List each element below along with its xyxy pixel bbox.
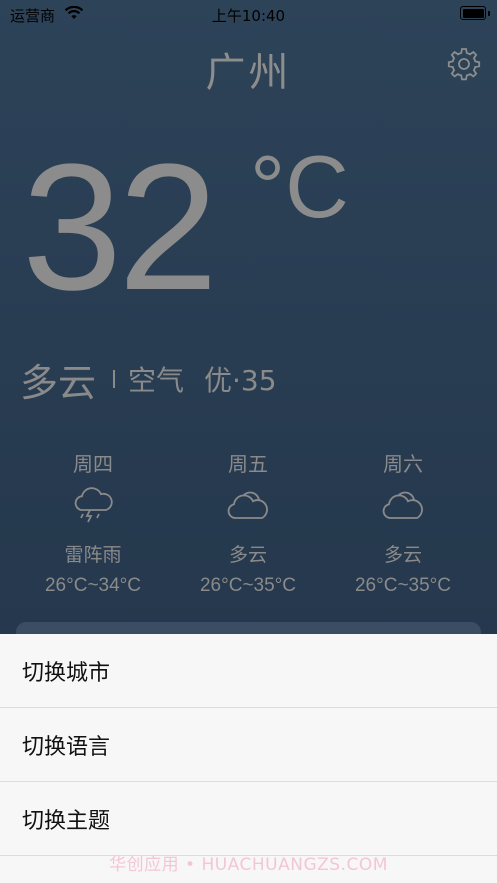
action-sheet: 切换城市 切换语言 切换主题 <box>0 634 497 883</box>
forecast-day-label: 周六 <box>383 452 423 476</box>
separator <box>113 370 115 388</box>
forecast-day-label: 周五 <box>228 452 268 476</box>
air-quality-value: 优·35 <box>204 364 277 397</box>
switch-theme-option[interactable]: 切换主题 <box>0 782 497 856</box>
forecast-day-2: 周五 多云 26°C~35°C <box>168 448 328 597</box>
city-title: 广州 <box>205 50 292 96</box>
watermark: 华创应用 • HUACHUANGZS.COM <box>109 855 388 875</box>
switch-city-option[interactable]: 切换城市 <box>0 634 497 708</box>
forecast-desc: 雷阵雨 <box>64 544 122 566</box>
forecast-day-1: 周四 雷阵雨 26°C~34°C <box>13 448 173 597</box>
cloud-icon <box>168 476 328 536</box>
forecast-range: 26°C~35°C <box>354 575 451 596</box>
clock: 上午10:40 <box>211 7 286 25</box>
forecast-desc: 多云 <box>383 544 422 566</box>
battery-icon <box>460 6 490 20</box>
status-bar: 运营商 上午10:40 <box>0 0 497 28</box>
current-condition: 多云 <box>20 361 97 405</box>
air-quality-label: 空气 <box>128 364 185 397</box>
switch-language-option[interactable]: 切换语言 <box>0 708 497 782</box>
forecast-day-label: 周四 <box>73 452 113 476</box>
thunderstorm-cloud-icon <box>13 476 173 536</box>
forecast-day-3: 周六 多云 26°C~35°C <box>323 448 483 597</box>
forecast-desc: 多云 <box>228 544 267 566</box>
temperature-unit: °C <box>250 137 349 236</box>
cloud-icon <box>323 476 483 536</box>
gear-icon[interactable] <box>447 47 481 81</box>
forecast-range: 26°C~35°C <box>199 575 296 596</box>
current-temperature: 32 <box>22 127 218 328</box>
forecast-range: 26°C~34°C <box>44 575 141 596</box>
